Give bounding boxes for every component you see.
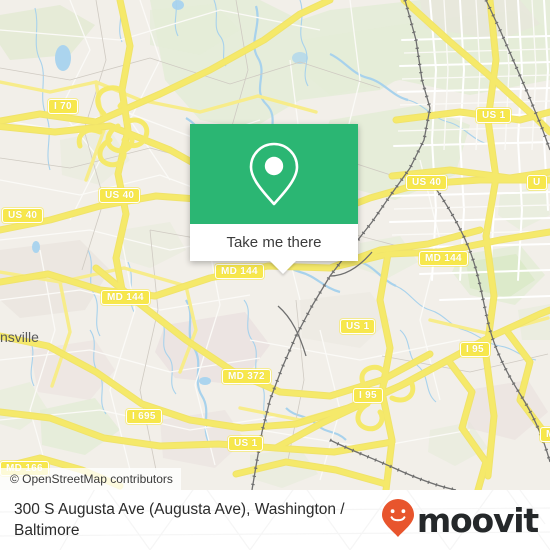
highway-shield: I 95 bbox=[353, 388, 383, 403]
place-label: nsville bbox=[0, 329, 39, 345]
highway-shield: US 40 bbox=[99, 188, 141, 203]
highway-shield: M bbox=[540, 427, 550, 442]
highway-shield: I 70 bbox=[48, 99, 78, 114]
highway-shield: I 95 bbox=[460, 342, 490, 357]
map-pin-icon bbox=[247, 141, 301, 207]
highway-shield: U bbox=[527, 175, 547, 190]
highway-shield: US 40 bbox=[2, 208, 44, 223]
popup-pointer-tail bbox=[270, 261, 296, 274]
highway-shield: MD 144 bbox=[101, 290, 150, 305]
highway-shield: US 40 bbox=[406, 175, 448, 190]
take-me-there-button[interactable]: Take me there bbox=[190, 224, 358, 261]
highway-shield: US 1 bbox=[476, 108, 512, 123]
address-label: 300 S Augusta Ave (Augusta Ave), Washing… bbox=[14, 501, 345, 539]
highway-shield: US 1 bbox=[340, 319, 376, 334]
moovit-smiley-pin-icon bbox=[381, 498, 415, 543]
take-me-there-popup[interactable]: Take me there bbox=[190, 124, 358, 274]
highway-shield: MD 144 bbox=[419, 251, 468, 266]
highway-shield: MD 372 bbox=[222, 369, 271, 384]
map-attribution[interactable]: © OpenStreetMap contributors bbox=[0, 468, 181, 490]
moovit-map-share-card: .park { fill:#e4ecd7; } .wood { fill:#d9… bbox=[0, 0, 550, 550]
moovit-wordmark: moovit bbox=[416, 500, 539, 540]
footer-bar: 300 S Augusta Ave (Augusta Ave), Washing… bbox=[0, 490, 550, 550]
popup-header bbox=[190, 124, 358, 224]
highway-shield: MD 144 bbox=[215, 264, 264, 279]
moovit-logo[interactable]: moovit bbox=[381, 498, 539, 543]
highway-shield: I 695 bbox=[126, 409, 162, 424]
highway-shield: US 1 bbox=[228, 436, 264, 451]
